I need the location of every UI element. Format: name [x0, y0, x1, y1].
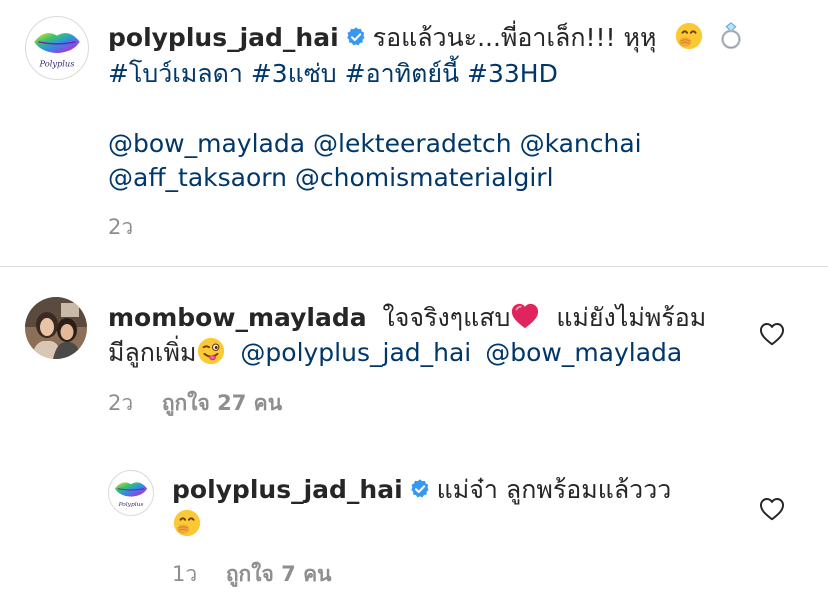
- polyplus-logo-icon: Polyplus: [109, 471, 153, 508]
- caption-mentions-1: @bow_maylada @lekteeradetch @kanchai: [108, 126, 642, 162]
- caption-mentions-2: @aff_taksaorn @chomismaterialgirl: [108, 160, 554, 196]
- comment-text-2: มีลูกเพิ่ม: [108, 338, 197, 367]
- comment-text: ใจจริงๆแสบ: [382, 303, 511, 332]
- red-heart-emoji: [510, 301, 540, 331]
- reply-avatar[interactable]: Polyplus: [108, 470, 154, 516]
- verified-badge-icon: [409, 478, 431, 500]
- comment-likes[interactable]: ถูกใจ 27 คน: [162, 391, 282, 415]
- caption-username[interactable]: polyplus_jad_hai: [108, 23, 339, 52]
- comment-line-1: mombow_maylada ใจจริงๆแสบ แม่ยังไม่พร้อม: [108, 300, 706, 336]
- reply-meta: 1ว ถูกใจ 7 คน: [172, 558, 331, 591]
- caption-text: รอแล้วนะ...พี่อาเล็ก!!! หุหุ: [372, 23, 657, 52]
- mention-link[interactable]: @kanchai: [520, 129, 642, 158]
- reply-like-heart-icon[interactable]: [759, 497, 785, 521]
- comment-username[interactable]: mombow_maylada: [108, 303, 367, 332]
- comment-time: 2ว: [108, 391, 134, 415]
- caption-meta: 2ว: [108, 211, 133, 244]
- reply-likes[interactable]: ถูกใจ 7 คน: [226, 562, 332, 586]
- mention-link[interactable]: @chomismaterialgirl: [295, 163, 554, 192]
- mention-link[interactable]: @bow_maylada: [108, 129, 305, 158]
- comment-text-cont: แม่ยังไม่พร้อม: [556, 303, 707, 332]
- caption-avatar[interactable]: Polyplus: [25, 16, 89, 80]
- caption-time: 2ว: [108, 215, 134, 239]
- reply-line-2: [172, 508, 202, 538]
- comment-avatar[interactable]: [25, 297, 87, 359]
- smirk-face-icon: [172, 508, 202, 538]
- reply-text: แม่จ๋า ลูกพร้อมแล้ววว: [436, 475, 672, 504]
- caption-divider: [0, 266, 828, 267]
- avatar-logo-text: Polyplus: [118, 502, 144, 508]
- mention-link[interactable]: @bow_maylada: [485, 338, 682, 367]
- hashtag-link[interactable]: #33HD: [467, 59, 558, 88]
- comment-meta: 2ว ถูกใจ 27 คน: [108, 387, 282, 420]
- avatar-logo-text: Polyplus: [39, 59, 75, 69]
- user-photo-avatar: [25, 297, 87, 359]
- smirk-face-icon: [674, 21, 704, 51]
- mention-link[interactable]: @polyplus_jad_hai: [240, 338, 471, 367]
- wink-tongue-emoji: [196, 336, 226, 366]
- caption-hashtags: #โบว์เมลดา #3แซ่บ #อาทิตย์นี้ #33HD: [108, 56, 558, 92]
- ring-icon: [716, 21, 746, 51]
- hashtag-link[interactable]: #อาทิตย์นี้: [345, 59, 459, 88]
- reply-time: 1ว: [172, 562, 198, 586]
- verified-badge-icon: [345, 26, 367, 48]
- reply-line-1: polyplus_jad_hai แม่จ๋า ลูกพร้อมแล้ววว: [172, 472, 671, 508]
- reply-username[interactable]: polyplus_jad_hai: [172, 475, 403, 504]
- mention-link[interactable]: @lekteeradetch: [313, 129, 512, 158]
- comment-line-2: มีลูกเพิ่ม @polyplus_jad_hai @bow_maylad…: [108, 335, 682, 371]
- polyplus-logo-icon: Polyplus: [26, 17, 88, 69]
- comment-like-heart-icon[interactable]: [759, 322, 785, 346]
- hashtag-link[interactable]: #3แซ่บ: [251, 59, 337, 88]
- caption-line-1: polyplus_jad_hai รอแล้วนะ...พี่อาเล็ก!!! …: [108, 20, 746, 56]
- hashtag-link[interactable]: #โบว์เมลดา: [108, 59, 243, 88]
- mention-link[interactable]: @aff_taksaorn: [108, 163, 287, 192]
